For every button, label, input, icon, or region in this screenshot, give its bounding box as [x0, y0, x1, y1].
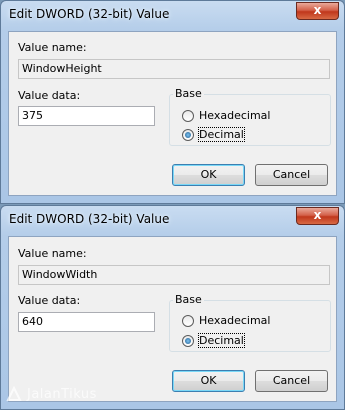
- radio-hex-label: Hexadecimal: [199, 314, 271, 327]
- close-button[interactable]: x: [296, 207, 339, 225]
- edit-dword-dialog-height: Edit DWORD (32-bit) Value x Value name: …: [0, 0, 345, 204]
- radio-hex-button[interactable]: [182, 314, 194, 327]
- close-icon: x: [313, 3, 322, 17]
- radio-dec-label: Decimal: [198, 333, 245, 348]
- jalantikus-logo-icon: [6, 385, 22, 402]
- value-name-label: Value name:: [18, 41, 87, 54]
- radio-hex-button[interactable]: [182, 109, 194, 122]
- close-button[interactable]: x: [296, 2, 339, 20]
- value-data-input[interactable]: 640: [18, 312, 155, 332]
- watermark-text: JalanTikus: [27, 386, 97, 402]
- title-bar[interactable]: Edit DWORD (32-bit) Value x: [1, 206, 344, 236]
- radio-hex-label: Hexadecimal: [199, 109, 271, 122]
- value-data-label: Value data:: [18, 89, 81, 102]
- dialog-title: Edit DWORD (32-bit) Value: [9, 212, 170, 226]
- value-name-field[interactable]: WindowHeight: [18, 59, 330, 79]
- dialog-body: Value name: WindowHeight Value data: 375…: [8, 31, 337, 196]
- dialog-title: Edit DWORD (32-bit) Value: [9, 7, 170, 21]
- value-data-label: Value data:: [18, 294, 81, 307]
- close-icon: x: [313, 208, 322, 222]
- value-data-input[interactable]: 375: [18, 106, 155, 126]
- ok-button[interactable]: OK: [172, 164, 245, 186]
- base-group-title: Base: [173, 87, 204, 100]
- radio-decimal[interactable]: Decimal: [182, 127, 245, 142]
- ok-button[interactable]: OK: [172, 370, 245, 392]
- value-name-field[interactable]: WindowWidth: [18, 265, 330, 285]
- radio-dec-label: Decimal: [198, 127, 245, 142]
- base-group-title: Base: [173, 293, 204, 306]
- edit-dword-dialog-width: Edit DWORD (32-bit) Value x Value name: …: [0, 205, 345, 410]
- value-name-label: Value name:: [18, 247, 87, 260]
- radio-dec-button[interactable]: [182, 128, 194, 141]
- radio-decimal[interactable]: Decimal: [182, 333, 245, 348]
- radio-hexadecimal[interactable]: Hexadecimal: [182, 314, 270, 327]
- title-bar[interactable]: Edit DWORD (32-bit) Value x: [1, 1, 344, 31]
- cancel-button[interactable]: Cancel: [255, 164, 328, 186]
- cancel-button[interactable]: Cancel: [255, 370, 328, 392]
- dialog-body: Value name: WindowWidth Value data: 640 …: [8, 236, 337, 402]
- watermark-logo: JalanTikus: [6, 385, 97, 402]
- radio-dec-button[interactable]: [182, 334, 194, 347]
- radio-hexadecimal[interactable]: Hexadecimal: [182, 109, 270, 122]
